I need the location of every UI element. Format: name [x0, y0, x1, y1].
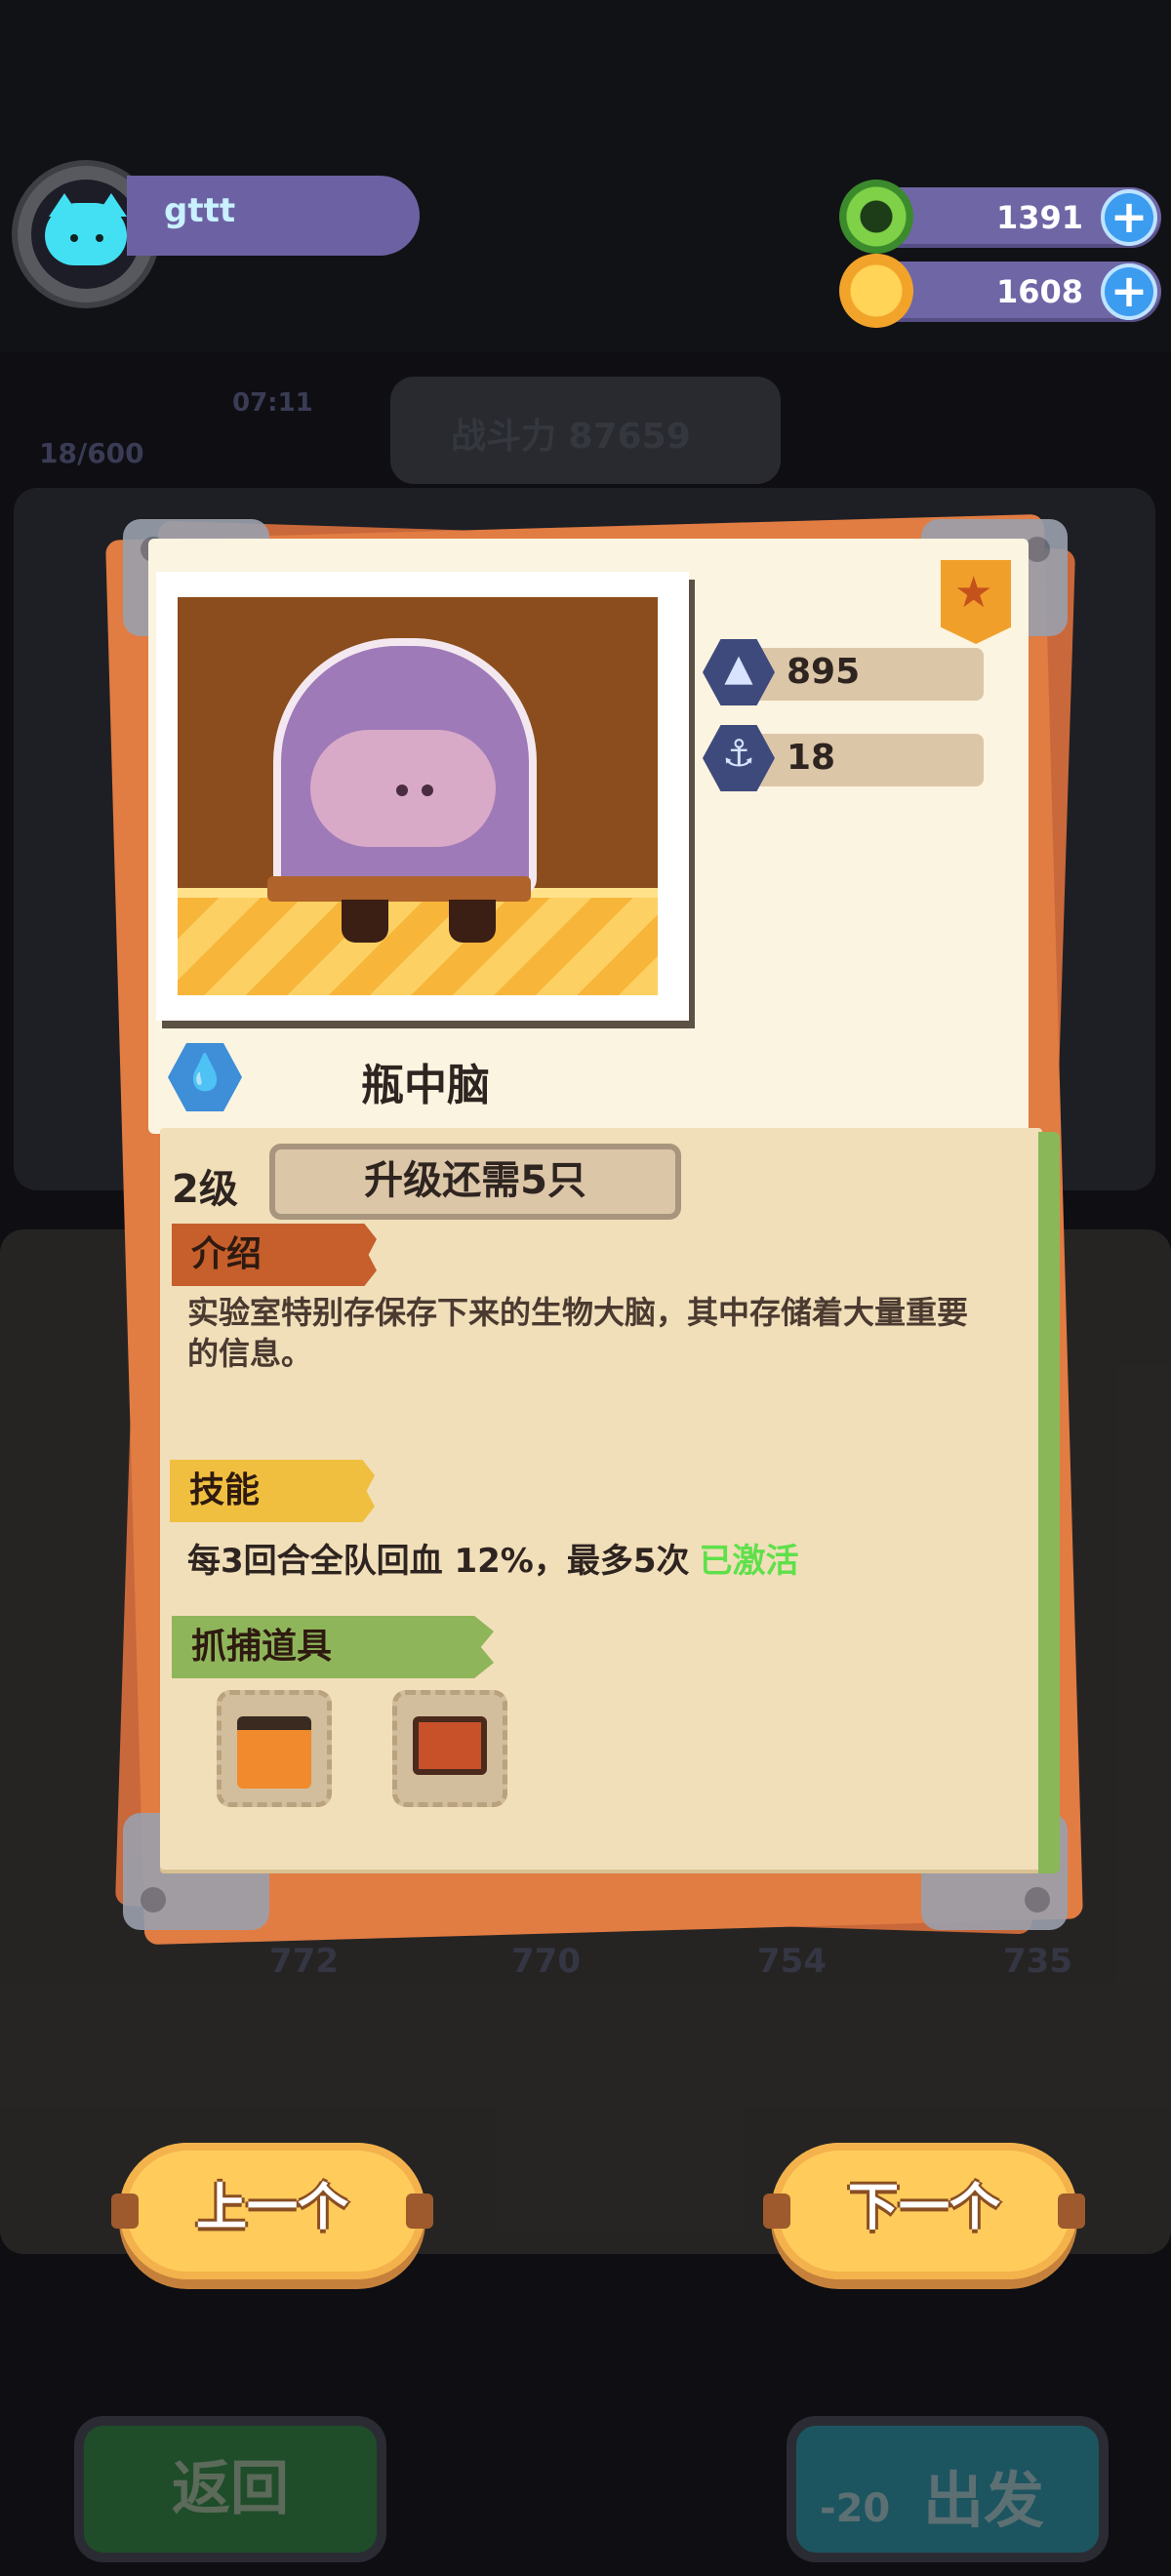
- capture-tool-slot-2[interactable]: [392, 1690, 507, 1807]
- player-name: gttt: [164, 191, 236, 230]
- cat-avatar-icon: [31, 180, 141, 289]
- depart-energy-cost: -20: [820, 2486, 891, 2531]
- upgrade-requirement: 升级还需5只: [269, 1144, 681, 1220]
- card-green-edge: [1038, 1132, 1060, 1873]
- star-badge-icon: ★: [941, 560, 1011, 644]
- skill-description: 每3回合全队回血 12%，最多5次 已激活: [187, 1534, 799, 1582]
- depart-label: 出发: [923, 2465, 1045, 2536]
- creature-level: 2级: [172, 1167, 238, 1212]
- intro-description: 实验室特别存保存下来的生物大脑，其中存储着大量重要的信息。: [187, 1294, 969, 1372]
- brain-in-jar-portrait: [178, 597, 658, 995]
- attack-value: 895: [787, 652, 861, 692]
- previous-button[interactable]: 上一个: [111, 2143, 433, 2279]
- ring-currency-value: 1391: [995, 199, 1083, 236]
- skill-text: 每3回合全队回血 12%，最多5次: [187, 1542, 690, 1581]
- coin-value: 1608: [995, 273, 1083, 310]
- intro-ribbon: 介绍: [172, 1224, 377, 1286]
- orange-capture-box-icon: [237, 1716, 311, 1789]
- skill-ribbon: 技能: [170, 1460, 375, 1522]
- defense-value: 18: [787, 738, 836, 778]
- glass-jar: [273, 638, 537, 898]
- next-label: 下一个: [847, 2179, 1000, 2237]
- skill-status: 已激活: [699, 1542, 799, 1581]
- add-ring-currency-button[interactable]: +: [1101, 189, 1157, 246]
- depart-button[interactable]: -20 出发: [796, 2426, 1099, 2553]
- back-button[interactable]: 返回: [84, 2426, 377, 2553]
- previous-label: 上一个: [195, 2179, 348, 2237]
- red-cage-box-icon: [413, 1716, 487, 1775]
- creature-portrait-frame: [156, 572, 689, 1021]
- resource-ring-currency: 1391 +: [839, 180, 1161, 254]
- tools-ribbon: 抓捕道具: [172, 1616, 494, 1678]
- gold-planet-coin-icon: [839, 254, 913, 328]
- resource-coin: 1608 +: [839, 254, 1161, 328]
- green-ring-currency-icon: [839, 180, 913, 254]
- capture-tool-slot-1[interactable]: [217, 1690, 332, 1807]
- add-coin-button[interactable]: +: [1101, 263, 1157, 320]
- creature-name: 瓶中脑: [361, 1061, 490, 1110]
- next-button[interactable]: 下一个: [763, 2143, 1085, 2279]
